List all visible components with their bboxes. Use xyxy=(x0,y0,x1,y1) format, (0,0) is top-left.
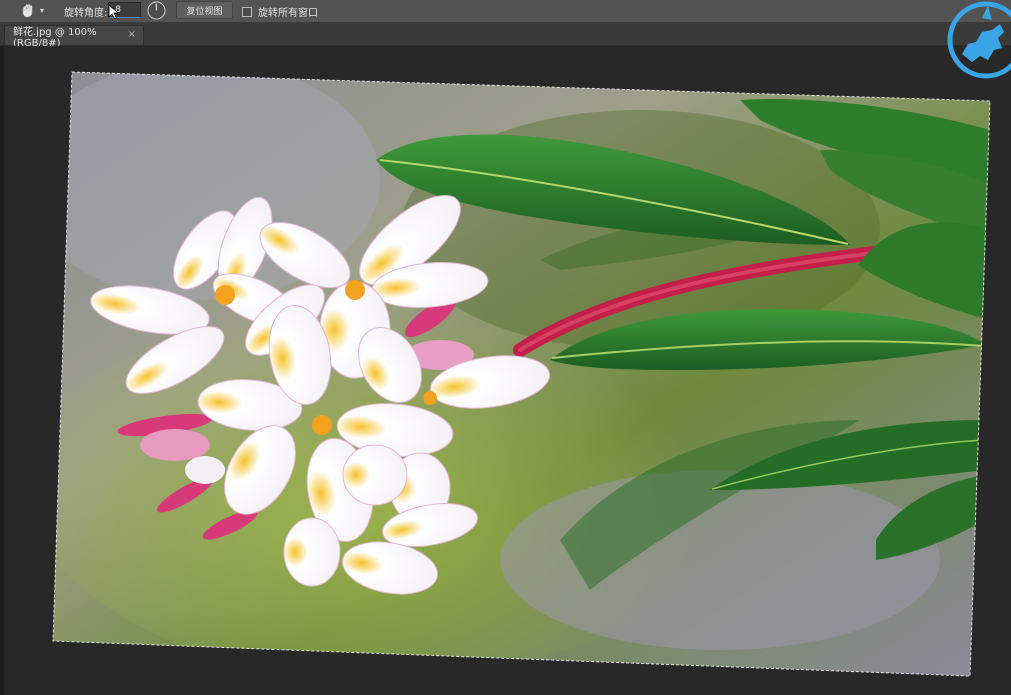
watermark-logo xyxy=(947,1,1011,79)
flower-photo xyxy=(53,72,990,676)
canvas-image[interactable] xyxy=(0,0,1011,695)
